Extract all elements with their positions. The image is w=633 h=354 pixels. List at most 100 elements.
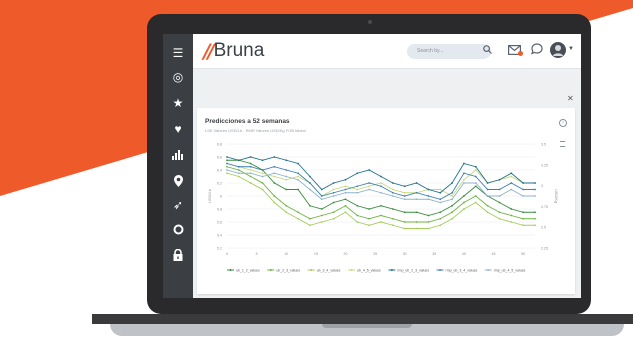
data-point (309, 188, 311, 191)
data-point (463, 195, 465, 197)
data-point (534, 188, 536, 191)
y-left-tick-label: 6.2 (217, 182, 222, 186)
chart-card: Predicciones a 52 semanas LSE Valores US… (197, 108, 575, 294)
data-point (510, 175, 513, 178)
data-point (439, 224, 442, 227)
data-point (510, 188, 513, 191)
data-point (403, 195, 406, 197)
data-point (474, 169, 477, 171)
data-point (237, 172, 240, 175)
close-icon[interactable]: ✕ (567, 94, 574, 103)
chat-icon[interactable] (530, 43, 543, 58)
heart-icon[interactable]: ♥ (169, 120, 187, 138)
target-icon[interactable]: ◎ (169, 68, 187, 86)
data-point (451, 211, 453, 214)
avatar[interactable] (550, 42, 566, 58)
keyboard-deck (92, 314, 633, 324)
data-point (522, 217, 525, 220)
data-point (415, 227, 418, 230)
data-point (309, 217, 311, 220)
data-point (261, 188, 264, 191)
logo[interactable]: // Bruna (203, 39, 265, 63)
data-point (415, 211, 418, 214)
data-point (510, 214, 513, 217)
data-point (332, 217, 335, 220)
data-point (320, 214, 323, 217)
data-point (534, 217, 536, 220)
data-point (522, 211, 525, 214)
data-point (344, 191, 347, 194)
data-point (380, 191, 382, 194)
data-point (474, 195, 477, 197)
data-point (486, 211, 489, 214)
data-point (273, 175, 276, 178)
forecast-line-chart: 5.2 5.4 5.6 5.8 6 6.2 6.4 6.6 6.8 2.25 2.5 2.75 3 3.2… (207, 143, 559, 273)
data-point (309, 182, 311, 184)
send-icon[interactable]: ➶ (169, 196, 187, 214)
series-line (226, 163, 535, 197)
data-point (368, 224, 371, 227)
legend-marker (229, 269, 232, 271)
legend-label: ub_3_4_values (317, 268, 341, 272)
data-point (249, 172, 252, 175)
chevron-down-icon[interactable]: ▼ (568, 46, 574, 52)
legend-marker (487, 269, 490, 271)
x-tick-label: 15 (314, 252, 318, 256)
data-point (463, 182, 465, 184)
x-tick-label: 20 (343, 252, 347, 256)
data-point (391, 188, 394, 191)
x-tick-label: 25 (373, 252, 377, 256)
legend-label: rmp_ub_2_3_values (397, 268, 429, 272)
data-point (320, 208, 323, 210)
data-point (226, 159, 228, 162)
data-point (474, 175, 477, 178)
data-point (427, 221, 430, 223)
data-point (356, 185, 359, 188)
data-point (273, 182, 276, 184)
data-point (297, 172, 299, 175)
data-point (391, 217, 394, 220)
data-point (474, 185, 477, 188)
legend-label: rmp_ub_3_4_values (446, 268, 478, 272)
data-point (226, 172, 228, 175)
series-line (227, 159, 535, 216)
data-point (439, 211, 442, 214)
data-point (534, 211, 536, 214)
data-point (332, 182, 335, 184)
data-point (403, 227, 406, 230)
y-left-tick-label: 5.6 (217, 221, 222, 225)
data-point (486, 204, 489, 207)
data-point (226, 165, 228, 168)
data-point (368, 169, 371, 171)
sidebar: ☰ ◎ ★ ♥ ➶ (163, 34, 193, 298)
search-input[interactable]: Search by... (407, 44, 491, 59)
y-right-tick-label: 2.25 (541, 247, 548, 251)
data-point (285, 178, 288, 181)
data-point (522, 224, 525, 227)
data-point (463, 162, 465, 165)
data-point (451, 217, 453, 220)
data-point (451, 198, 453, 201)
data-point (249, 165, 252, 168)
circle-icon[interactable] (169, 220, 187, 238)
location-pin-icon[interactable] (169, 172, 187, 190)
menu-icon[interactable]: ☰ (169, 44, 187, 62)
data-point (498, 201, 501, 204)
data-point (261, 175, 264, 178)
data-point (285, 175, 288, 178)
logo-text: Bruna (213, 40, 265, 61)
data-point (249, 156, 252, 158)
data-point (522, 182, 525, 184)
bar-chart-icon[interactable] (169, 146, 187, 164)
data-point (380, 204, 382, 207)
data-point (285, 169, 288, 171)
data-point (237, 159, 240, 162)
star-icon[interactable]: ★ (169, 94, 187, 112)
data-point (451, 182, 453, 184)
lock-icon[interactable] (169, 246, 187, 264)
search-icon[interactable] (483, 45, 493, 57)
data-point (439, 188, 442, 191)
legend-marker (350, 269, 353, 271)
series-line (226, 166, 535, 223)
data-point (249, 175, 252, 178)
